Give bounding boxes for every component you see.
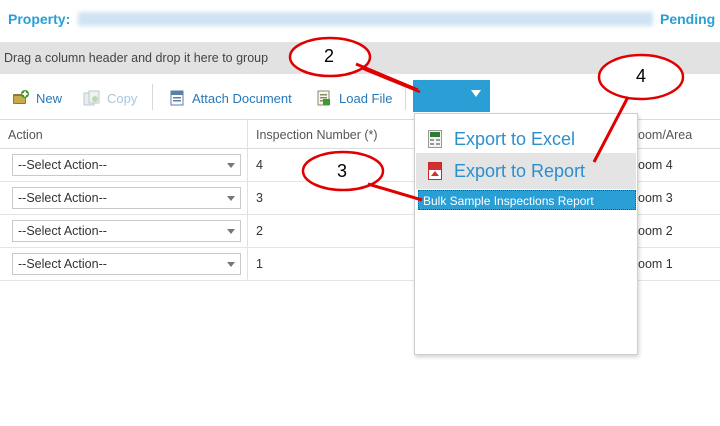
action-select-value: --Select Action-- xyxy=(18,224,107,238)
export-to-report-label: Export to Report xyxy=(454,160,586,181)
chevron-down-icon xyxy=(227,196,235,201)
room-area-cell: oom 3 xyxy=(638,191,673,205)
load-file-icon xyxy=(315,90,333,106)
attach-document-label: Attach Document xyxy=(192,90,292,106)
room-area-cell: oom 2 xyxy=(638,224,673,238)
callout-4-number: 4 xyxy=(636,66,647,86)
action-select-value: --Select Action-- xyxy=(18,158,107,172)
export-to-excel-label: Export to Excel xyxy=(454,128,576,149)
load-file-button[interactable]: Load File xyxy=(315,88,392,108)
bulk-sample-inspections-report-label: Bulk Sample Inspections Report xyxy=(423,194,594,208)
action-select[interactable]: --Select Action-- xyxy=(12,154,241,176)
action-select[interactable]: --Select Action-- xyxy=(12,220,241,242)
new-label: New xyxy=(36,90,63,106)
chevron-down-icon xyxy=(227,229,235,234)
load-file-label: Load File xyxy=(339,90,393,106)
column-header-action[interactable]: Action xyxy=(8,128,43,142)
action-select[interactable]: --Select Action-- xyxy=(12,253,241,275)
property-label: Property: xyxy=(8,11,71,27)
action-select[interactable]: --Select Action-- xyxy=(12,187,241,209)
new-button[interactable]: New xyxy=(12,88,62,108)
room-area-cell: oom 1 xyxy=(638,257,673,271)
chevron-down-icon xyxy=(227,163,235,168)
pdf-icon xyxy=(428,162,442,180)
copy-button[interactable]: Copy xyxy=(83,88,137,108)
group-drop-area[interactable]: Drag a column header and drop it here to… xyxy=(0,42,720,74)
copy-icon xyxy=(83,90,101,106)
column-header-room-area[interactable]: oom/Area xyxy=(638,128,692,142)
toolbar-divider xyxy=(152,84,153,110)
attach-document-button[interactable]: Attach Document xyxy=(168,88,292,108)
property-header: Property: Pending xyxy=(0,0,720,38)
column-header-inspection-number[interactable]: Inspection Number (*) xyxy=(256,128,378,142)
action-select-value: --Select Action-- xyxy=(18,257,107,271)
status-badge: Pending xyxy=(660,11,716,27)
toolbar: New Copy Attach Document Load File xyxy=(0,76,720,118)
bulk-sample-inspections-report-item[interactable]: Bulk Sample Inspections Report xyxy=(418,190,636,210)
caret-down-icon xyxy=(471,90,481,97)
inspection-number-cell: 3 xyxy=(256,191,263,205)
chevron-down-icon xyxy=(227,262,235,267)
export-to-excel-item[interactable]: Export to Excel xyxy=(416,122,636,156)
excel-icon xyxy=(428,130,442,148)
group-bar-hint: Drag a column header and drop it here to… xyxy=(4,51,269,65)
export-menu: Export to Excel Export to Report Bulk Sa… xyxy=(414,113,638,355)
toolbar-divider xyxy=(405,84,406,110)
export-to-report-item[interactable]: Export to Report xyxy=(416,153,636,189)
add-document-icon xyxy=(12,90,30,106)
copy-label: Copy xyxy=(107,90,138,106)
attach-document-icon xyxy=(168,90,186,106)
inspection-number-cell: 4 xyxy=(256,158,263,172)
inspection-number-cell: 2 xyxy=(256,224,263,238)
inspection-number-cell: 1 xyxy=(256,257,263,271)
callout-3-number: 3 xyxy=(337,161,348,181)
property-address-redacted xyxy=(78,12,653,26)
callout-2-number: 2 xyxy=(324,46,335,66)
room-area-cell: oom 4 xyxy=(638,158,673,172)
action-select-value: --Select Action-- xyxy=(18,191,107,205)
